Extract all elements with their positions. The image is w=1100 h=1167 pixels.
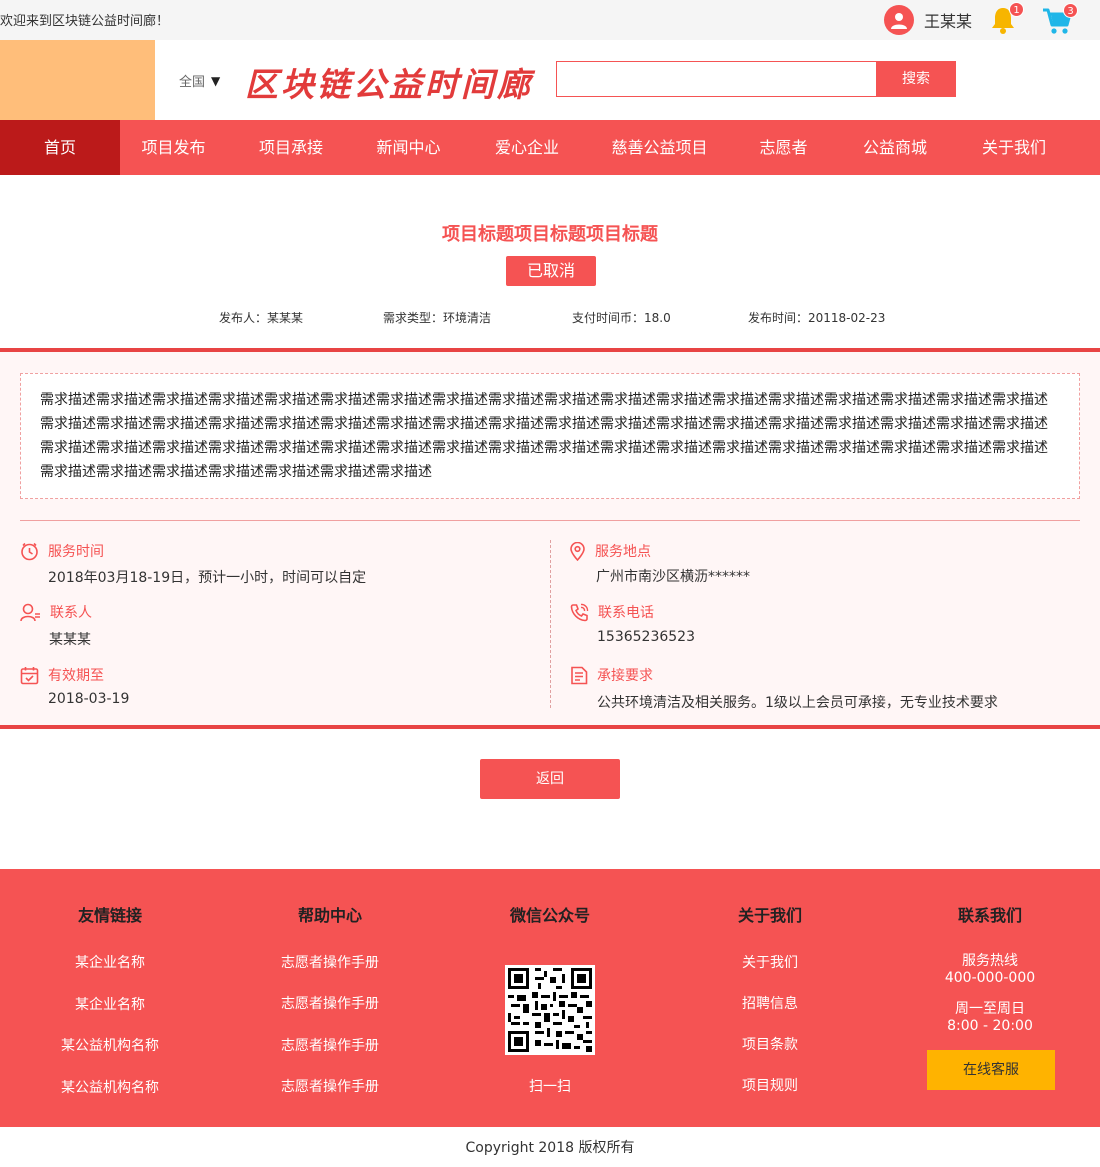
nav-item-news[interactable]: 新闻中心 (355, 120, 462, 175)
footer-link[interactable]: 某企业名称 (0, 952, 220, 972)
section-divider (20, 520, 1080, 521)
notification-bell-icon[interactable]: 1 (990, 2, 1024, 36)
location-label: 服务地点 (569, 541, 651, 561)
top-bar: 欢迎来到区块链公益时间廊！ 王某某 1 3 (0, 0, 1100, 40)
service-time-label-text: 服务时间 (48, 544, 104, 560)
footer-wechat-title: 微信公众号 (509, 906, 590, 925)
hotline-label: 服务热线 (962, 953, 1018, 969)
divider-line-bottom (0, 725, 1100, 729)
online-service-button[interactable]: 在线客服 (927, 1050, 1055, 1090)
region-label: 全国 (179, 75, 206, 90)
clock-icon (21, 542, 38, 560)
back-button[interactable]: 返回 (480, 759, 620, 799)
logo[interactable] (0, 40, 155, 120)
person-icon (20, 603, 40, 621)
nav-item-volunteers[interactable]: 志愿者 (727, 120, 840, 175)
region-selector[interactable]: 全国 ▼ (179, 71, 221, 91)
footer-about-title: 关于我们 (737, 906, 802, 925)
location-value: 广州市南沙区横沥****** (596, 569, 750, 585)
nav-item-enterprises[interactable]: 爱心企业 (462, 120, 592, 175)
shopping-cart-icon[interactable]: 3 (1042, 3, 1078, 35)
site-header: 全国 ▼ 区块链公益时间廊 搜索 (0, 40, 1100, 120)
copyright: Copyright 2018 版权所有 (465, 1140, 635, 1156)
requirement-label-text: 承接要求 (597, 668, 653, 684)
column-divider (550, 540, 551, 708)
requirement-value: 公共环境清洁及相关服务。1级以上会员可承接，无专业技术要求 (597, 695, 998, 711)
nav-item-publish[interactable]: 项目发布 (120, 120, 227, 175)
main-nav: 首页 项目发布 项目承接 新闻中心 爱心企业 慈善公益项目 志愿者 公益商城 关… (0, 120, 1100, 175)
publisher-meta: 发布人：某某某 (219, 311, 304, 325)
footer-help-link[interactable]: 志愿者操作手册 (220, 1035, 440, 1055)
search-button[interactable]: 搜索 (876, 61, 956, 97)
dropdown-arrow-icon: ▼ (211, 73, 221, 88)
hours-value: 8:00 - 20:00 (947, 1018, 1033, 1034)
footer-help-title: 帮助中心 (297, 906, 362, 925)
detail-panel: 需求描述需求描述需求描述需求描述需求描述需求描述需求描述需求描述需求描述需求描述… (0, 352, 1100, 725)
phone-icon (570, 603, 589, 621)
service-time-label: 服务时间 (20, 541, 104, 561)
footer-links-title: 友情链接 (77, 906, 142, 925)
footer-help-link[interactable]: 志愿者操作手册 (220, 952, 440, 972)
user-avatar-icon[interactable] (884, 5, 914, 35)
description-box: 需求描述需求描述需求描述需求描述需求描述需求描述需求描述需求描述需求描述需求描述… (20, 373, 1080, 499)
footer-about-link[interactable]: 关于我们 (660, 952, 880, 972)
nav-item-about[interactable]: 关于我们 (950, 120, 1078, 175)
user-menu[interactable]: 王某某 (884, 5, 972, 35)
search-input[interactable] (556, 61, 877, 97)
nav-item-charity[interactable]: 慈善公益项目 (592, 120, 727, 175)
nav-item-undertake[interactable]: 项目承接 (227, 120, 355, 175)
valid-label-text: 有效期至 (48, 668, 104, 684)
pay-meta: 支付时间币：18.0 (572, 311, 671, 325)
project-title: 项目标题项目标题项目标题 (442, 224, 658, 245)
nav-item-mall[interactable]: 公益商城 (840, 120, 950, 175)
calendar-icon (20, 666, 39, 684)
contact-label: 联系人 (20, 602, 92, 622)
site-title: 区块链公益时间廊 (245, 65, 533, 104)
hours-label: 周一至周日 (955, 1001, 1025, 1017)
hotline-number: 400-000-000 (944, 970, 1036, 986)
phone-label: 联系电话 (570, 602, 654, 622)
status-badge: 已取消 (506, 256, 596, 286)
username[interactable]: 王某某 (924, 8, 972, 32)
location-label-text: 服务地点 (595, 544, 651, 560)
wechat-caption: 扫一扫 (529, 1079, 571, 1095)
notification-badge: 1 (1009, 2, 1024, 17)
footer-about-link[interactable]: 招聘信息 (660, 993, 880, 1013)
footer-about-link[interactable]: 项目规则 (660, 1075, 880, 1095)
service-time-value: 2018年03月18-19日，预计一小时，时间可以自定 (48, 570, 367, 586)
contact-value: 某某某 (49, 632, 91, 648)
cart-badge: 3 (1063, 3, 1078, 18)
valid-label: 有效期至 (20, 665, 104, 685)
document-icon (571, 666, 588, 684)
nav-item-home[interactable]: 首页 (0, 120, 120, 175)
footer-help-link[interactable]: 志愿者操作手册 (220, 1076, 440, 1096)
footer-about-link[interactable]: 项目条款 (660, 1034, 880, 1054)
valid-value: 2018-03-19 (48, 691, 130, 707)
wechat-qr-code (505, 965, 595, 1055)
footer-contact-title: 联系我们 (957, 906, 1022, 925)
welcome-text: 欢迎来到区块链公益时间廊！ (0, 14, 170, 29)
type-meta: 需求类型：环境清洁 (383, 311, 492, 325)
requirement-label: 承接要求 (570, 665, 653, 685)
footer-link[interactable]: 某企业名称 (0, 994, 220, 1014)
footer-help-link[interactable]: 志愿者操作手册 (220, 993, 440, 1013)
footer-link[interactable]: 某公益机构名称 (0, 1035, 220, 1055)
contact-label-text: 联系人 (50, 605, 92, 621)
publish-time-meta: 发布时间：20118-02-23 (748, 311, 886, 325)
phone-value: 15365236523 (597, 629, 695, 645)
footer-link[interactable]: 某公益机构名称 (0, 1077, 220, 1097)
site-footer: 友情链接 某企业名称 某企业名称 某公益机构名称 某公益机构名称 帮助中心 志愿… (0, 869, 1100, 1127)
location-pin-icon (570, 541, 585, 561)
phone-label-text: 联系电话 (598, 605, 654, 621)
